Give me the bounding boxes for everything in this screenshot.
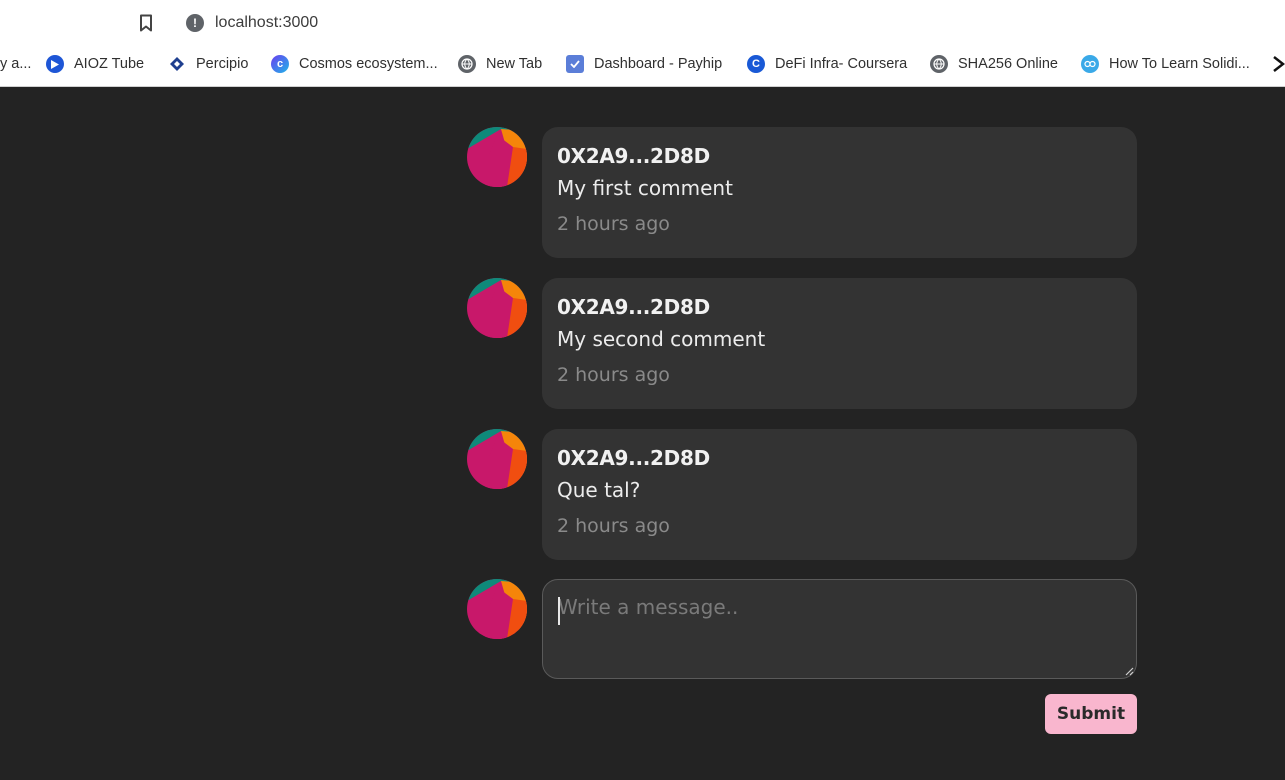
bookmark-new-tab[interactable]: New Tab [452,50,548,78]
comment-bubble: 0X2A9...2D8D My second comment 2 hours a… [542,278,1137,409]
comment-text: My first comment [557,176,733,200]
avatar [467,278,527,338]
bookmark-solidity[interactable]: How To Learn Solidi... [1075,50,1256,78]
bookmark-page-icon[interactable] [137,13,155,33]
bookmarks-bar: y a... AIOZ Tube Percipio c Cosmos ecosy… [0,48,1285,80]
globe-icon [930,55,948,73]
comment-bubble: 0X2A9...2D8D Que tal? 2 hours ago [542,429,1137,560]
resize-handle-icon[interactable] [1124,666,1134,676]
comment-timestamp: 2 hours ago [557,515,670,537]
text-caret [558,597,560,625]
comment-author: 0X2A9...2D8D [557,144,710,168]
bookmark-coursera[interactable]: C DeFi Infra- Coursera [741,50,913,78]
submit-button[interactable]: Submit [1045,694,1137,734]
url-text: localhost:3000 [215,14,319,31]
address-bar[interactable]: ! localhost:3000 [172,6,1285,40]
comment-timestamp: 2 hours ago [557,213,670,235]
bookmark-aioz-tube[interactable]: AIOZ Tube [40,50,150,78]
message-input[interactable] [542,579,1137,679]
comment-bubble: 0X2A9...2D8D My first comment 2 hours ag… [542,127,1137,258]
percipio-icon [168,55,186,73]
browser-chrome: ! localhost:3000 y a... AIOZ Tube Percip… [0,0,1285,87]
cosmos-icon: c [271,55,289,73]
comment-timestamp: 2 hours ago [557,364,670,386]
aioz-play-icon [46,55,64,73]
avatar [467,127,527,187]
payhip-icon [566,55,584,73]
solidity-icon [1081,55,1099,73]
avatar [467,429,527,489]
bookmark-cosmos[interactable]: c Cosmos ecosystem... [265,50,444,78]
bookmark-payhip[interactable]: Dashboard - Payhip [560,50,728,78]
comment-author: 0X2A9...2D8D [557,295,710,319]
comment-text: My second comment [557,327,766,351]
comment-author: 0X2A9...2D8D [557,446,710,470]
avatar [467,579,527,639]
globe-icon [458,55,476,73]
comment-text: Que tal? [557,478,641,502]
bookmark-sha256[interactable]: SHA256 Online [924,50,1064,78]
site-info-icon[interactable]: ! [186,14,204,32]
bookmark-percipio[interactable]: Percipio [162,50,254,78]
coursera-icon: C [747,55,765,73]
more-bookmarks-icon[interactable] [1272,54,1285,74]
bookmark-item[interactable]: y a... [0,50,34,78]
